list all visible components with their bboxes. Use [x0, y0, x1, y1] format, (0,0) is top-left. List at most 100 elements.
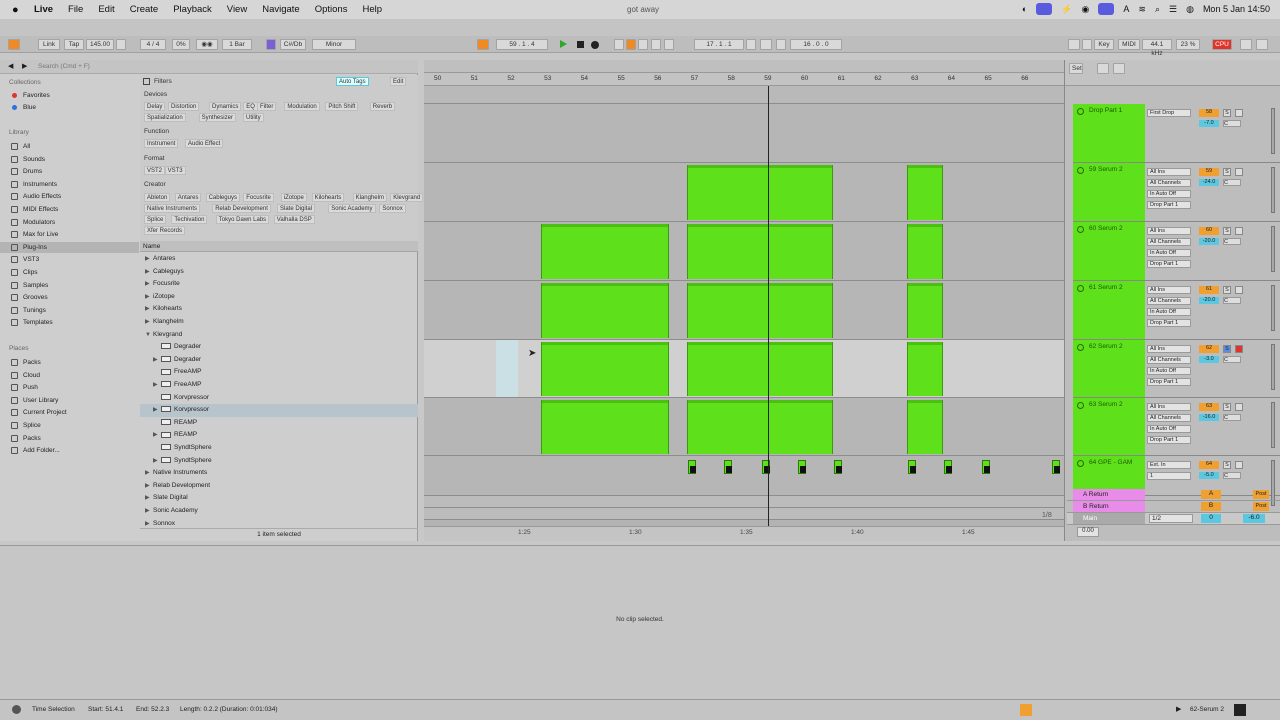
return-track[interactable]: A Return A Post: [1067, 489, 1280, 501]
arm-button[interactable]: [1235, 461, 1243, 469]
browser-toggle-icon[interactable]: [8, 39, 20, 50]
library-item[interactable]: Templates: [0, 317, 139, 328]
library-item[interactable]: All: [0, 141, 139, 152]
collection-blue[interactable]: Blue: [0, 102, 139, 113]
track-header[interactable]: 60 Serum 2 All Ins All Channels In Auto Off…: [1073, 222, 1280, 281]
track-routing-field[interactable]: All Channels: [1147, 238, 1191, 246]
track-volume[interactable]: -20.0: [1199, 238, 1219, 245]
track-routing-field[interactable]: All Channels: [1147, 297, 1191, 305]
track-fold-icon[interactable]: [1077, 402, 1084, 409]
search-icon[interactable]: ⌕: [1155, 4, 1160, 15]
midi-clip[interactable]: [541, 400, 669, 454]
scale-mode-icon[interactable]: [266, 39, 276, 50]
disclosure-arrow-icon[interactable]: ▶: [153, 404, 161, 416]
audio-clip[interactable]: [834, 460, 842, 474]
track-header[interactable]: Drop Part 1 First Drop 58 S -7.0 C: [1073, 104, 1280, 163]
menu-create[interactable]: Create: [130, 4, 159, 15]
track-pan[interactable]: C: [1223, 414, 1241, 421]
collection-favorites[interactable]: Favorites: [0, 90, 139, 101]
draw-mode-icon[interactable]: [1068, 39, 1080, 50]
plugin-item[interactable]: ▶ REAMP: [140, 429, 418, 442]
filter-chip[interactable]: Sonnox: [379, 204, 406, 213]
menubar-clock[interactable]: Mon 5 Jan 14:50: [1203, 4, 1270, 14]
filters-edit-button[interactable]: Edit: [390, 77, 407, 86]
group-track-lane[interactable]: [424, 86, 1064, 104]
track-lane[interactable]: [424, 340, 1064, 398]
punch-out-icon[interactable]: [776, 39, 786, 50]
track-routing-field[interactable]: All Channels: [1147, 356, 1191, 364]
track-input-dropdown[interactable]: All Ins: [1147, 345, 1191, 353]
disclosure-arrow-icon[interactable]: ▼: [145, 329, 153, 341]
track-fold-icon[interactable]: [1077, 285, 1084, 292]
track-fold-icon[interactable]: [1077, 108, 1084, 115]
place-item[interactable]: User Library: [0, 395, 139, 406]
track-name[interactable]: 60 Serum 2: [1073, 222, 1145, 280]
plugin-item[interactable]: SyndtSphere: [140, 442, 418, 455]
filter-chip[interactable]: Native Instruments: [144, 204, 201, 213]
menu-view[interactable]: View: [227, 4, 247, 15]
filter-chip[interactable]: Pitch Shift: [325, 102, 359, 111]
library-item[interactable]: Tunings: [0, 305, 139, 316]
filter-chip[interactable]: Xfer Records: [144, 226, 186, 235]
track-header[interactable]: 59 Serum 2 All Ins All Channels In Auto Off…: [1073, 163, 1280, 222]
folder-item[interactable]: ▼ Klevgrand: [140, 329, 418, 342]
filter-chip[interactable]: Klanghelm: [352, 193, 387, 202]
track-input-dropdown[interactable]: All Ins: [1147, 286, 1191, 294]
menu-playback[interactable]: Playback: [173, 4, 212, 15]
filter-chip[interactable]: Valhalla DSP: [273, 215, 315, 224]
filter-icon[interactable]: [143, 78, 150, 85]
arm-button[interactable]: [1235, 109, 1243, 117]
track-lane[interactable]: [424, 456, 1064, 496]
library-item[interactable]: Modulators: [0, 217, 139, 228]
track-routing-field[interactable]: All Channels: [1147, 414, 1191, 422]
filter-chip[interactable]: Spatialization: [144, 113, 186, 122]
place-item[interactable]: Packs: [0, 357, 139, 368]
quantize-dropdown[interactable]: 1 Bar: [222, 39, 252, 50]
control-center-icon[interactable]: ☰: [1169, 4, 1177, 15]
disclosure-arrow-icon[interactable]: ▶: [145, 467, 153, 479]
disclosure-arrow-icon[interactable]: ▶: [145, 480, 153, 492]
track-routing-field[interactable]: In Auto Off: [1147, 249, 1191, 257]
folder-item[interactable]: ▶ Relab Development: [140, 480, 418, 493]
solo-button[interactable]: S: [1223, 286, 1231, 294]
library-item[interactable]: Plug-Ins: [0, 241, 139, 253]
track-name[interactable]: 63 Serum 2: [1073, 398, 1145, 455]
track-routing-field[interactable]: Drop Part 1: [1147, 378, 1191, 386]
track-volume[interactable]: -24.0: [1199, 179, 1219, 186]
filter-chip[interactable]: VST3: [164, 166, 186, 175]
midi-clip[interactable]: [907, 342, 943, 396]
track-volume[interactable]: -3.0: [1199, 356, 1219, 363]
beat-time-ruler[interactable]: 50 51 52 53 54 55 56 57 58 59 60 61 62 63 64 65 66: [424, 73, 1064, 86]
play-icon[interactable]: [560, 40, 567, 48]
track-name[interactable]: 61 Serum 2: [1073, 281, 1145, 339]
name-column-header[interactable]: Name: [140, 241, 418, 252]
track-routing-field[interactable]: Drop Part 1: [1147, 201, 1191, 209]
disclosure-arrow-icon[interactable]: ▶: [145, 291, 153, 303]
track-input-dropdown[interactable]: All Ins: [1147, 403, 1191, 411]
return-post-button[interactable]: Post: [1253, 502, 1269, 511]
plugin-item[interactable]: REAMP: [140, 417, 418, 430]
main-volume[interactable]: 0: [1201, 514, 1221, 523]
folder-item[interactable]: ▶ Native Instruments: [140, 467, 418, 480]
siri-icon[interactable]: ◍: [1186, 4, 1194, 15]
filter-chip[interactable]: Ableton: [144, 193, 171, 202]
arm-button[interactable]: [1235, 168, 1243, 176]
audio-clip[interactable]: [908, 460, 916, 474]
track-routing-field[interactable]: Drop Part 1: [1147, 260, 1191, 268]
menu-navigate[interactable]: Navigate: [262, 4, 300, 15]
audio-clip[interactable]: [982, 460, 990, 474]
filter-chip[interactable]: Reverb: [369, 102, 396, 111]
track-routing-field[interactable]: In Auto Off: [1147, 308, 1191, 316]
time-signature-field[interactable]: 4 / 4: [140, 39, 166, 50]
folder-item[interactable]: ▶ Antares: [140, 253, 418, 266]
midi-clip[interactable]: [687, 165, 833, 220]
metronome-icon[interactable]: [116, 39, 126, 50]
filter-chip[interactable]: Klevgrand: [390, 193, 424, 202]
menu-help[interactable]: Help: [362, 4, 382, 15]
folder-item[interactable]: ▶ Klanghelm: [140, 316, 418, 329]
midi-clip[interactable]: [687, 342, 833, 396]
midi-clip[interactable]: [541, 342, 669, 396]
folder-item[interactable]: ▶ iZotope: [140, 291, 418, 304]
track-header[interactable]: 63 Serum 2 All Ins All Channels In Auto Off…: [1073, 398, 1280, 456]
track-pan[interactable]: C: [1223, 238, 1241, 245]
